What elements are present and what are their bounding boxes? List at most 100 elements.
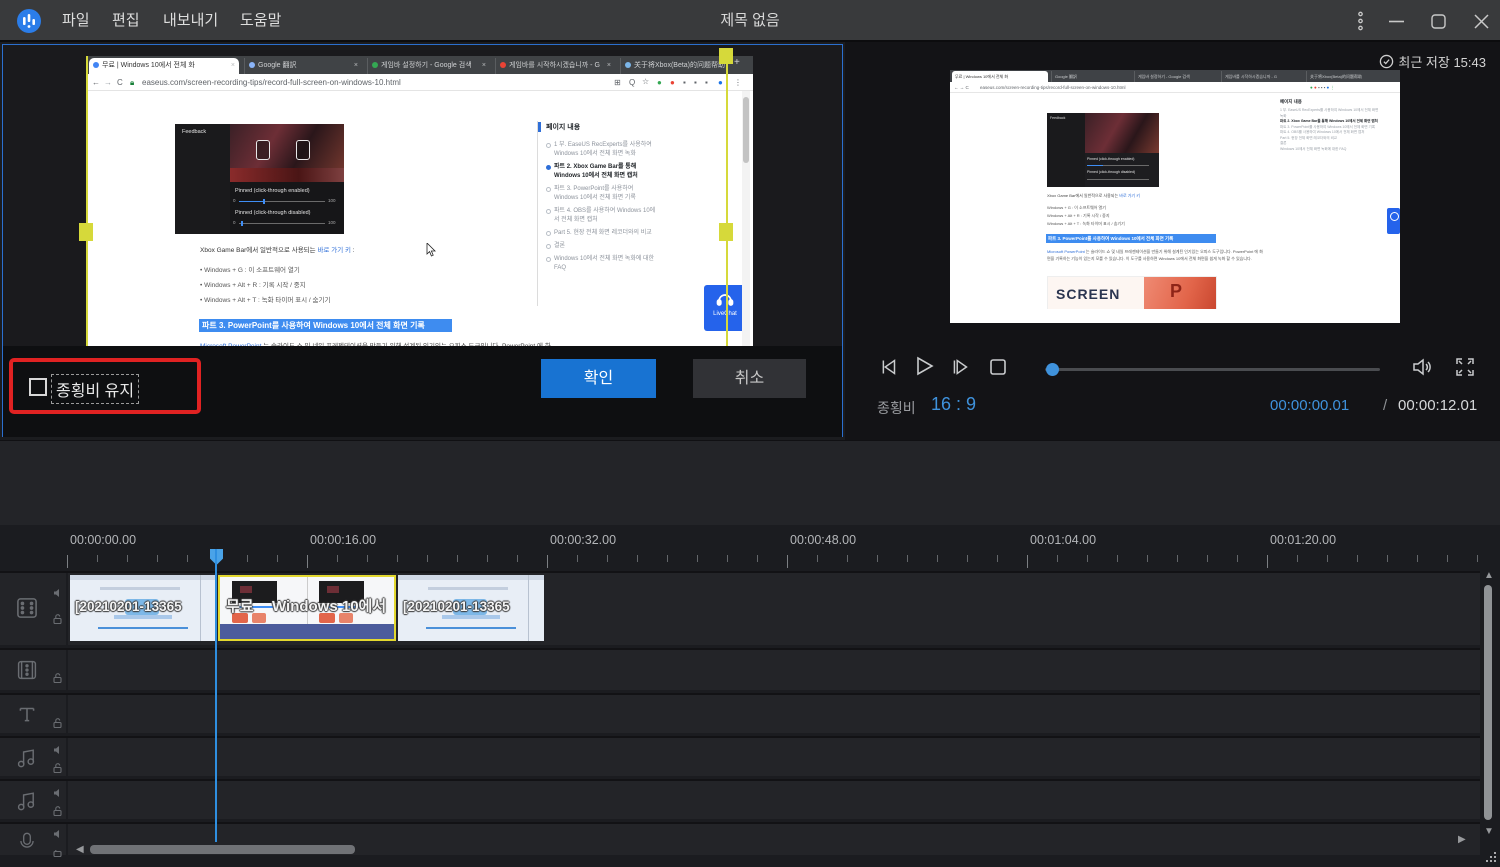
crop-line-right[interactable] bbox=[726, 56, 728, 346]
seek-thumb[interactable] bbox=[1046, 363, 1059, 376]
tab-favicon bbox=[625, 62, 631, 68]
timeline-clip-selected[interactable]: 무료 Windows 10에서 bbox=[218, 575, 396, 641]
video-track-header bbox=[0, 573, 68, 645]
minimize-button[interactable] bbox=[1382, 0, 1410, 42]
playhead-line[interactable] bbox=[215, 549, 217, 842]
music-track-1[interactable] bbox=[0, 736, 1480, 776]
browser-tab: 게임바를 시작하시겠습니까 - G× bbox=[495, 58, 615, 74]
shortcut-item: • Windows + Alt + T : 녹화 타이머 표시 / 숨기기 bbox=[200, 294, 331, 304]
track-mute-icon[interactable] bbox=[52, 744, 64, 756]
text-track-icon bbox=[16, 703, 38, 725]
music-track-icon bbox=[14, 789, 38, 813]
play-button[interactable] bbox=[909, 352, 937, 380]
track-lock-icon[interactable] bbox=[52, 846, 64, 858]
ok-button[interactable]: 확인 bbox=[541, 359, 656, 398]
music-track-icon bbox=[14, 746, 38, 770]
padlock-icon: 🔒︎ bbox=[130, 78, 134, 88]
mini-tabstrip: 무료 | Windows 10에서 전체 화 Google 翻訳 게임바 설정하… bbox=[950, 70, 1400, 82]
music-track-header bbox=[0, 781, 68, 819]
browser-tabstrip: 무료 | Windows 10에서 전체 화× Google 翻訳× 게임바 설… bbox=[86, 56, 753, 74]
tab-close-icon: × bbox=[354, 58, 358, 74]
track-lock-icon[interactable] bbox=[52, 672, 64, 684]
new-tab-icon: + bbox=[734, 57, 740, 68]
keep-aspect-checkbox[interactable] bbox=[29, 378, 47, 396]
track-lock-icon[interactable] bbox=[52, 717, 64, 729]
url-text: easeus.com/screen-recording-tips/record-… bbox=[142, 78, 401, 87]
saved-check-icon bbox=[1379, 54, 1394, 69]
slider2-label: Pinned (click-through disabled) bbox=[235, 210, 311, 216]
livechat-button: LiveChat bbox=[704, 285, 746, 331]
browser-tab: Google 翻訳× bbox=[244, 58, 362, 74]
overlay-track-header bbox=[0, 650, 68, 690]
close-button[interactable] bbox=[1466, 0, 1496, 42]
toc-list: 1 부. EaseUS RecExperts를 사용하여 Windows 10에… bbox=[554, 141, 658, 277]
vscroll-up-icon[interactable]: ▲ bbox=[1484, 571, 1494, 581]
current-time: 00:00:00.01 bbox=[1270, 397, 1349, 414]
mini-toc: 페이지 내용 1 부. EaseUS RecExperts를 사용하여 Wind… bbox=[1280, 99, 1390, 152]
tab-favicon bbox=[93, 62, 99, 68]
hscroll-right-icon[interactable]: ▶ bbox=[1458, 835, 1466, 845]
timeline: 00:00:00.00 00:00:16.00 00:00:32.00 00:0… bbox=[0, 525, 1500, 867]
toc-item[interactable]: 파트 4. OBS를 사용하여 Windows 10에서 전체 화면 캡처 bbox=[554, 207, 658, 225]
cancel-button[interactable]: 취소 bbox=[693, 359, 806, 398]
edit-toolbar: 내보내기 bbox=[0, 440, 1500, 525]
fullscreen-icon[interactable] bbox=[1453, 355, 1477, 379]
music-track-header bbox=[0, 738, 68, 776]
hscroll-left-icon[interactable]: ◀ bbox=[76, 845, 84, 855]
video-track-icon bbox=[14, 595, 40, 621]
resize-grip[interactable] bbox=[1484, 851, 1497, 864]
track-mute-icon[interactable] bbox=[52, 828, 64, 840]
toc-title: 페이지 내용 bbox=[546, 122, 580, 132]
browser-tab: 关于将Xbox(Beta)的问题帮助× bbox=[620, 58, 728, 74]
autosave-status: 최근 저장 15:43 bbox=[1379, 52, 1486, 71]
browser-tab: 무료 | Windows 10에서 전체 화× bbox=[89, 58, 239, 74]
toc-item[interactable]: Part 5. 현장 전체 화면 레코더와의 비교 bbox=[554, 229, 658, 238]
next-frame-button[interactable] bbox=[947, 354, 973, 380]
previous-frame-button[interactable] bbox=[875, 354, 901, 380]
window-title: 제목 없음 bbox=[0, 0, 1500, 42]
maximize-button[interactable] bbox=[1424, 0, 1452, 42]
tab-favicon bbox=[500, 62, 506, 68]
stop-button[interactable] bbox=[987, 356, 1009, 378]
shortcut-item: • Windows + G : 이 소프트웨어 열기 bbox=[200, 264, 300, 274]
toc-item[interactable]: 결론 bbox=[554, 242, 658, 251]
source-frame-browser-screenshot: 무료 | Windows 10에서 전체 화× Google 翻訳× 게임바 설… bbox=[86, 56, 753, 346]
preview-panel: 최근 저장 15:43 무료 | Windows 10에서 전체 화 Googl… bbox=[845, 42, 1500, 440]
aspect-ratio-label: 종횡비 bbox=[877, 398, 916, 418]
crop-editor-panel: 무료 | Windows 10에서 전체 화× Google 翻訳× 게임바 설… bbox=[2, 44, 843, 437]
volume-icon[interactable] bbox=[1410, 355, 1434, 379]
vscroll-down-icon[interactable]: ▼ bbox=[1484, 827, 1494, 837]
crop-handle-left-middle[interactable] bbox=[79, 223, 93, 241]
horizontal-scrollbar[interactable] bbox=[90, 845, 355, 854]
music-track-2[interactable] bbox=[0, 779, 1480, 819]
mini-embedded-screenshot: Feedback Pinned (click-through enabled) … bbox=[1047, 113, 1159, 187]
aspect-ratio-value[interactable]: 16 : 9 bbox=[931, 394, 976, 415]
more-options-button[interactable] bbox=[1348, 0, 1372, 42]
toc-item[interactable]: 파트 3. PowerPoint를 사용하여 Windows 10에서 전체 화… bbox=[554, 185, 658, 203]
vertical-scrollbar[interactable] bbox=[1484, 585, 1492, 820]
keep-aspect-label[interactable]: 종횡비 유지 bbox=[51, 374, 139, 404]
text-track[interactable] bbox=[0, 693, 1480, 733]
crop-handle-right-middle[interactable] bbox=[719, 223, 733, 241]
browser-page-content: Feedback Pinned (click-through enabled) … bbox=[86, 91, 753, 346]
track-mute-icon[interactable] bbox=[52, 587, 64, 599]
crop-handle-right-top[interactable] bbox=[719, 48, 733, 64]
track-lock-icon[interactable] bbox=[52, 805, 64, 817]
overlay-track[interactable] bbox=[0, 648, 1480, 690]
video-track[interactable]: [20210201-13365 무료 Windows 10에서 bbox=[0, 571, 1480, 645]
timeline-clip[interactable]: [20210201-13365 bbox=[398, 575, 544, 641]
toc-item-active[interactable]: 파트 2. Xbox Game Bar를 통해 Windows 10에서 전체 … bbox=[554, 163, 658, 181]
preview-info-row: 종횡비 16 : 9 00:00:00.01 / 00:00:12.01 bbox=[845, 394, 1500, 418]
crop-line-left[interactable] bbox=[86, 56, 88, 346]
track-lock-icon[interactable] bbox=[52, 613, 64, 625]
toc-item[interactable]: 1 부. EaseUS RecExperts를 사용하여 Windows 10에… bbox=[554, 141, 658, 159]
app-window: 파일 편집 내보내기 도움말 제목 없음 무료 | Windows 10에서 전… bbox=[0, 0, 1500, 867]
toc-item[interactable]: Windows 10에서 전체 화면 녹화에 대한 FAQ bbox=[554, 255, 658, 273]
track-lock-icon[interactable] bbox=[52, 762, 64, 774]
seek-slider[interactable] bbox=[1045, 368, 1380, 371]
timeline-clip[interactable]: [20210201-13365 bbox=[70, 575, 216, 641]
browser-tab: 게임바 설정하기 - Google 검색× bbox=[367, 58, 490, 74]
track-mute-icon[interactable] bbox=[52, 787, 64, 799]
title-bar: 파일 편집 내보내기 도움말 제목 없음 bbox=[0, 0, 1500, 42]
mini-screen-image: SCREEN P bbox=[1047, 276, 1217, 309]
